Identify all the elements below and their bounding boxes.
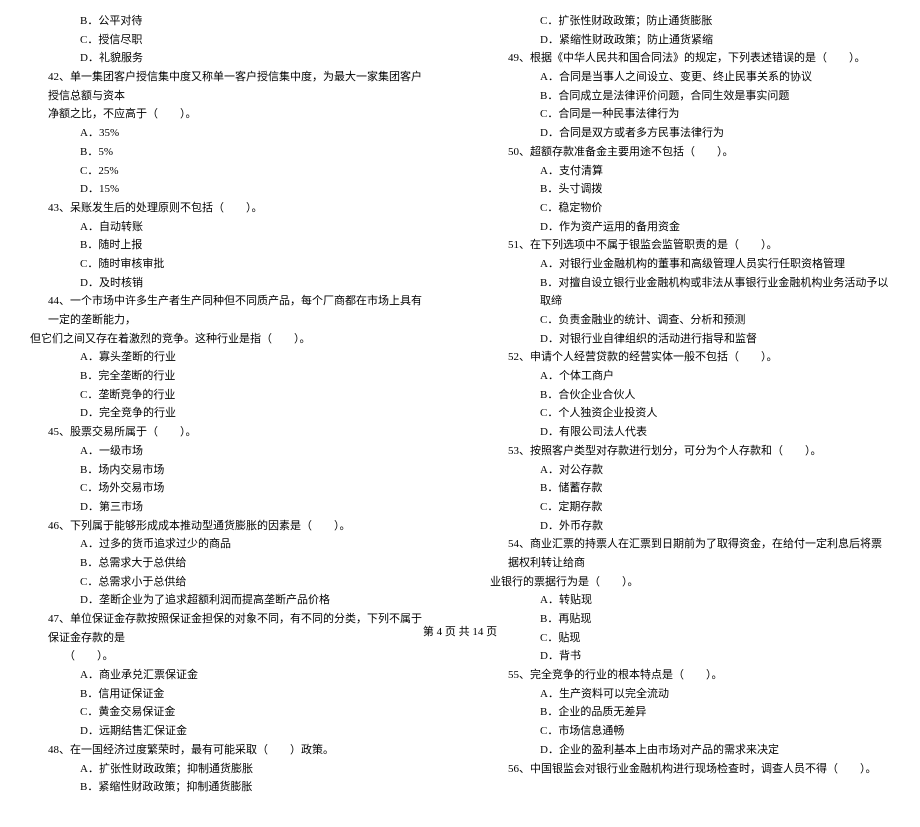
- option: D．完全竞争的行业: [30, 404, 430, 423]
- option: C．合同是一种民事法律行为: [490, 105, 890, 124]
- option: A．扩张性财政政策；抑制通货膨胀: [30, 760, 430, 779]
- option: C．市场信息通畅: [490, 722, 890, 741]
- option: C．黄金交易保证金: [30, 703, 430, 722]
- question-continuation: 但它们之间又存在着激烈的竞争。这种行业是指（ ）。: [30, 330, 430, 349]
- option: D．垄断企业为了追求超额利润而提高垄断产品价格: [30, 591, 430, 610]
- option: A．个体工商户: [490, 367, 890, 386]
- question-stem: 46、下列属于能够形成成本推动型通货膨胀的因素是（ ）。: [30, 517, 430, 536]
- option: D．对银行业自律组织的活动进行指导和监督: [490, 330, 890, 349]
- option: D．第三市场: [30, 498, 430, 517]
- option: C．负责金融业的统计、调查、分析和预测: [490, 311, 890, 330]
- option: B．公平对待: [30, 12, 430, 31]
- question-continuation: （ ）。: [30, 647, 430, 666]
- option: A．一级市场: [30, 442, 430, 461]
- option: A．转贴现: [490, 591, 890, 610]
- option: C．扩张性财政政策；防止通货膨胀: [490, 12, 890, 31]
- right-column: C．扩张性财政政策；防止通货膨胀D．紧缩性财政政策；防止通货紧缩49、根据《中华…: [490, 12, 890, 797]
- question-stem: 55、完全竞争的行业的根本特点是（ ）。: [490, 666, 890, 685]
- option: A．35%: [30, 124, 430, 143]
- option: C．个人独资企业投资人: [490, 404, 890, 423]
- question-stem: 54、商业汇票的持票人在汇票到日期前为了取得资金，在给付一定利息后将票据权利转让…: [490, 535, 890, 572]
- option: A．生产资料可以完全流动: [490, 685, 890, 704]
- option: D．及时核销: [30, 274, 430, 293]
- option: D．15%: [30, 180, 430, 199]
- option: C．稳定物价: [490, 199, 890, 218]
- option: C．25%: [30, 162, 430, 181]
- option: B．对擅自设立银行业金融机构或非法从事银行业金融机构业务活动予以取缔: [490, 274, 890, 311]
- question-stem: 48、在一国经济过度繁荣时，最有可能采取（ ）政策。: [30, 741, 430, 760]
- left-column: B．公平对待C．授信尽职D．礼貌服务42、单一集团客户授信集中度又称单一客户授信…: [30, 12, 430, 797]
- option: C．随时审核审批: [30, 255, 430, 274]
- option: B．信用证保证金: [30, 685, 430, 704]
- option: B．企业的品质无差异: [490, 703, 890, 722]
- question-continuation: 业银行的票据行为是（ ）。: [490, 573, 890, 592]
- option: A．寡头垄断的行业: [30, 348, 430, 367]
- option: D．外币存款: [490, 517, 890, 536]
- question-stem: 42、单一集团客户授信集中度又称单一客户授信集中度，为最大一家集团客户授信总额与…: [30, 68, 430, 105]
- option: A．对公存款: [490, 461, 890, 480]
- question-stem: 52、申请个人经营贷款的经营实体一般不包括（ ）。: [490, 348, 890, 367]
- question-stem: 50、超额存款准备金主要用途不包括（ ）。: [490, 143, 890, 162]
- question-stem: 45、股票交易所属于（ ）。: [30, 423, 430, 442]
- option: C．定期存款: [490, 498, 890, 517]
- option: B．合伙企业合伙人: [490, 386, 890, 405]
- option: D．作为资产运用的备用资金: [490, 218, 890, 237]
- option: D．背书: [490, 647, 890, 666]
- option: A．合同是当事人之间设立、变更、终止民事关系的协议: [490, 68, 890, 87]
- option: B．场内交易市场: [30, 461, 430, 480]
- question-stem: 44、一个市场中许多生产者生产同种但不同质产品，每个厂商都在市场上具有一定的垄断…: [30, 292, 430, 329]
- question-stem: 51、在下列选项中不属于银监会监管职责的是（ ）。: [490, 236, 890, 255]
- question-stem: 49、根据《中华人民共和国合同法》的规定，下列表述错误的是（ ）。: [490, 49, 890, 68]
- option: C．场外交易市场: [30, 479, 430, 498]
- option: A．对银行业金融机构的董事和高级管理人员实行任职资格管理: [490, 255, 890, 274]
- option: B．头寸调拨: [490, 180, 890, 199]
- option: B．完全垄断的行业: [30, 367, 430, 386]
- question-stem: 43、呆账发生后的处理原则不包括（ ）。: [30, 199, 430, 218]
- question-stem: 56、中国银监会对银行业金融机构进行现场检查时，调查人员不得（ ）。: [490, 760, 890, 779]
- option: D．合同是双方或者多方民事法律行为: [490, 124, 890, 143]
- option: B．储蓄存款: [490, 479, 890, 498]
- option: B．合同成立是法律评价问题，合同生效是事实问题: [490, 87, 890, 106]
- option: C．总需求小于总供给: [30, 573, 430, 592]
- option: D．远期结售汇保证金: [30, 722, 430, 741]
- question-continuation: 净额之比，不应高于（ ）。: [30, 105, 430, 124]
- option: C．授信尽职: [30, 31, 430, 50]
- option: D．有限公司法人代表: [490, 423, 890, 442]
- option: D．紧缩性财政政策；防止通货紧缩: [490, 31, 890, 50]
- option: A．商业承兑汇票保证金: [30, 666, 430, 685]
- option: C．垄断竞争的行业: [30, 386, 430, 405]
- option: B．总需求大于总供给: [30, 554, 430, 573]
- option: D．企业的盈利基本上由市场对产品的需求来决定: [490, 741, 890, 760]
- option: A．过多的货币追求过少的商品: [30, 535, 430, 554]
- option: B．随时上报: [30, 236, 430, 255]
- option: A．支付清算: [490, 162, 890, 181]
- option: B．紧缩性财政政策；抑制通货膨胀: [30, 778, 430, 797]
- question-stem: 53、按照客户类型对存款进行划分，可分为个人存款和（ ）。: [490, 442, 890, 461]
- option: D．礼貌服务: [30, 49, 430, 68]
- page-footer: 第 4 页 共 14 页: [0, 623, 920, 642]
- option: B．5%: [30, 143, 430, 162]
- option: A．自动转账: [30, 218, 430, 237]
